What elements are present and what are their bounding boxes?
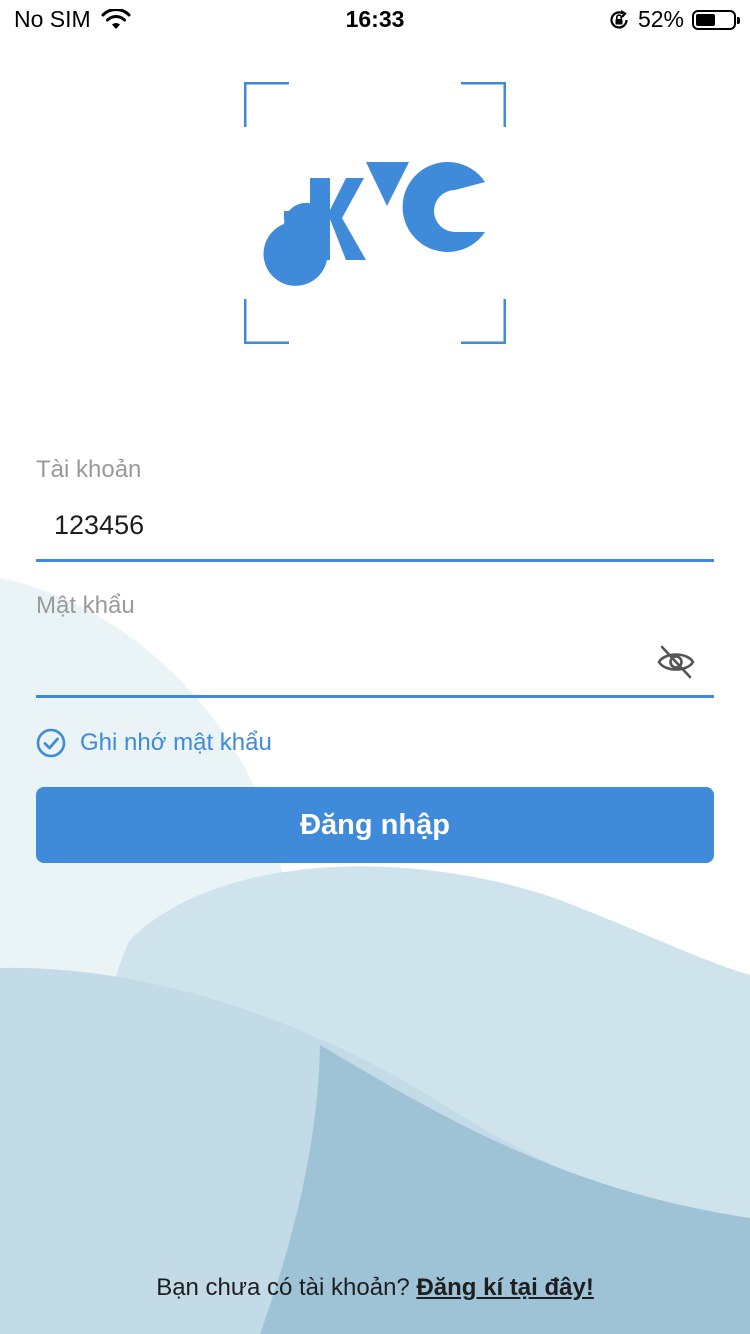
check-circle-icon[interactable] bbox=[36, 728, 66, 758]
account-label: Tài khoản bbox=[36, 456, 142, 483]
password-label: Mật khẩu bbox=[36, 592, 135, 619]
battery-tip bbox=[737, 16, 740, 24]
password-field[interactable]: Mật khẩu bbox=[36, 592, 714, 700]
ekyc-logo bbox=[244, 82, 506, 344]
status-bar: No SIM 16:33 52% bbox=[0, 0, 750, 40]
battery-percent: 52% bbox=[637, 6, 684, 32]
signup-prompt-text: Bạn chưa có tài khoản? bbox=[156, 1274, 410, 1301]
login-button-label: Đăng nhập bbox=[300, 808, 450, 841]
battery-level bbox=[696, 13, 715, 26]
password-underline bbox=[36, 695, 714, 698]
battery-icon bbox=[692, 9, 740, 30]
eye-off-icon[interactable] bbox=[656, 644, 696, 680]
signup-prompt: Bạn chưa có tài khoản? Đăng kí tại đây! bbox=[0, 1274, 750, 1302]
signup-link[interactable]: Đăng kí tại đây! bbox=[416, 1274, 593, 1301]
remember-password-toggle[interactable]: Ghi nhớ mật khẩu bbox=[36, 728, 272, 758]
remember-password-label[interactable]: Ghi nhớ mật khẩu bbox=[80, 729, 272, 757]
status-right: 52% bbox=[608, 6, 740, 33]
account-field[interactable]: Tài khoản 123456 bbox=[36, 456, 714, 564]
login-button[interactable]: Đăng nhập bbox=[36, 787, 714, 863]
account-input[interactable]: 123456 bbox=[54, 510, 144, 541]
account-underline bbox=[36, 559, 714, 562]
orientation-lock-icon bbox=[610, 9, 628, 29]
